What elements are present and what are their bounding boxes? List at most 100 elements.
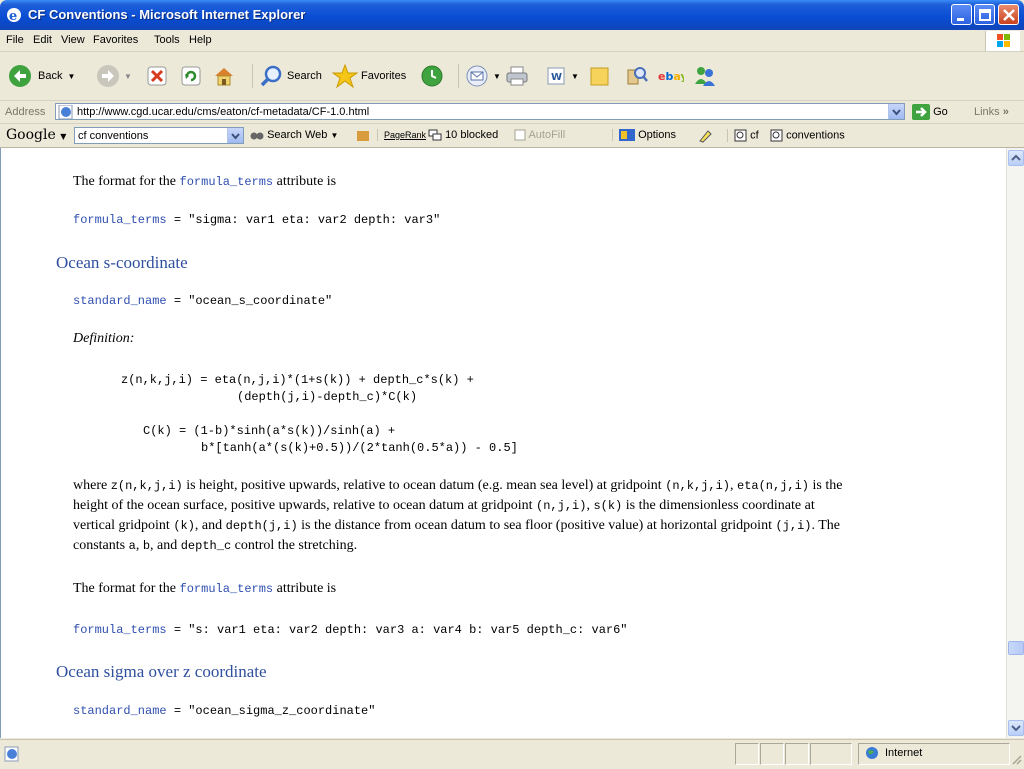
chevron-down-icon: ▼ — [67, 71, 76, 81]
svg-text:e: e — [9, 9, 17, 23]
address-input[interactable]: http://www.cgd.ucar.edu/cms/eaton/cf-met… — [55, 103, 905, 120]
stop-button[interactable] — [146, 64, 168, 88]
home-button[interactable] — [212, 64, 236, 88]
back-label: Back — [38, 70, 63, 82]
menu-bar: File Edit View Favorites Tools Help — [0, 30, 1024, 52]
text: attribute is — [273, 174, 337, 189]
news-button[interactable] — [356, 129, 370, 146]
standard-name-link[interactable]: standard_name — [73, 294, 167, 308]
address-dropdown[interactable] — [888, 104, 904, 119]
formula-terms-link[interactable]: formula_terms — [180, 582, 274, 596]
star-icon — [332, 64, 358, 88]
code: (n,k,j,i) — [665, 479, 730, 493]
find-term-cf[interactable]: cf — [727, 129, 759, 142]
google-logo-text: Google — [6, 127, 56, 143]
menu-file[interactable]: File — [6, 34, 24, 46]
text: is the dimensionless coordinate at — [622, 498, 815, 513]
scroll-down-button[interactable] — [1008, 720, 1024, 736]
edit-word-button[interactable]: W ▼ — [545, 64, 579, 88]
news-icon — [357, 131, 369, 141]
formula-terms-link[interactable]: formula_terms — [73, 213, 167, 227]
research-icon — [627, 67, 648, 85]
google-search-input[interactable]: cf conventions — [74, 127, 244, 144]
pagerank-meter[interactable]: PageRank — [377, 129, 426, 141]
messenger-icon — [695, 67, 715, 86]
svg-text:ebay: ebay — [658, 70, 684, 83]
formula-terms-link[interactable]: formula_terms — [73, 623, 167, 637]
options-button[interactable]: Options — [612, 129, 676, 142]
status-panel — [785, 743, 809, 765]
formula-terms-line-2: formula_terms = "s: var1 eta: var2 depth… — [73, 622, 628, 638]
chevron-down-icon: ▼ — [571, 71, 579, 81]
back-button[interactable]: Back ▼ — [8, 64, 75, 88]
menu-view[interactable]: View — [61, 34, 85, 46]
find-term-conventions[interactable]: conventions — [770, 129, 845, 142]
research-button[interactable] — [625, 64, 649, 88]
maximize-button[interactable] — [974, 4, 995, 25]
equation-line-1: z(n,k,j,i) = eta(n,j,i)*(1+s(k)) + depth… — [121, 373, 474, 387]
status-panel — [760, 743, 784, 765]
text: , — [135, 538, 143, 553]
blocked-label: 10 blocked — [445, 129, 499, 141]
highlight-button[interactable] — [698, 129, 712, 146]
menu-help[interactable]: Help — [189, 34, 212, 46]
google-query: cf conventions — [78, 130, 149, 142]
address-label: Address — [5, 106, 46, 118]
history-button[interactable] — [420, 64, 444, 88]
links-button[interactable]: Links » — [974, 106, 1009, 118]
formula-terms-link[interactable]: formula_terms — [180, 175, 274, 189]
text: , and — [194, 518, 226, 533]
window-title: CF Conventions - Microsoft Internet Expl… — [28, 7, 306, 22]
text: The format for the — [73, 581, 180, 596]
menu-favorites[interactable]: Favorites — [93, 34, 138, 46]
find-icon — [734, 129, 747, 142]
svg-text:W: W — [551, 72, 562, 83]
search-web-button[interactable]: Search Web ▼ — [250, 129, 338, 141]
code: depth_c — [180, 539, 232, 553]
search-web-label: Search Web — [267, 129, 328, 141]
favorites-button[interactable]: Favorites — [332, 64, 406, 88]
resize-grip-icon[interactable] — [1012, 755, 1022, 765]
ebay-button[interactable]: ebay — [658, 64, 684, 88]
history-icon — [421, 65, 443, 87]
code-text: = "sigma: var1 eta: var2 depth: var3" — [166, 213, 441, 227]
status-panel — [735, 743, 759, 765]
term-cf-label: cf — [750, 129, 759, 142]
autofill-button[interactable]: AutoFill — [514, 129, 565, 141]
scroll-up-button[interactable] — [1008, 150, 1024, 166]
google-search-dropdown[interactable] — [227, 128, 243, 143]
title-bar: e CF Conventions - Microsoft Internet Ex… — [0, 0, 1024, 30]
notes-button[interactable] — [588, 64, 612, 88]
menu-tools[interactable]: Tools — [154, 34, 180, 46]
go-button[interactable]: Go — [912, 104, 948, 120]
vertical-scrollbar[interactable] — [1006, 148, 1024, 738]
minimize-button[interactable] — [951, 4, 972, 25]
forward-button[interactable]: ▼ — [96, 64, 132, 88]
binoculars-icon — [250, 132, 264, 140]
status-bar: Internet — [0, 739, 1024, 769]
messenger-button[interactable] — [693, 64, 717, 88]
google-logo[interactable]: Google ▼ — [6, 127, 66, 143]
options-icon — [619, 129, 635, 142]
menu-edit[interactable]: Edit — [33, 34, 52, 46]
mail-button[interactable]: ▼ — [458, 64, 501, 88]
print-button[interactable] — [505, 64, 529, 88]
favorites-label: Favorites — [361, 70, 407, 82]
zone-label: Internet — [885, 747, 923, 759]
refresh-button[interactable] — [180, 64, 202, 88]
text: control the stretching. — [231, 538, 358, 553]
links-label: Links — [974, 106, 1000, 118]
standard-name-link[interactable]: standard_name — [73, 704, 167, 718]
close-button[interactable] — [998, 4, 1019, 25]
security-zone[interactable]: Internet — [858, 743, 1010, 765]
text: , — [730, 478, 737, 493]
page-icon — [58, 105, 73, 119]
popup-blocker-button[interactable]: 10 blocked — [428, 129, 498, 141]
popup-blocker-icon — [428, 129, 442, 141]
search-button[interactable]: Search — [252, 64, 322, 88]
code: a — [128, 539, 136, 553]
autofill-label: AutoFill — [528, 129, 566, 141]
refresh-icon — [181, 66, 201, 86]
scroll-thumb[interactable] — [1008, 641, 1024, 655]
code-text: = "ocean_s_coordinate" — [166, 294, 333, 308]
